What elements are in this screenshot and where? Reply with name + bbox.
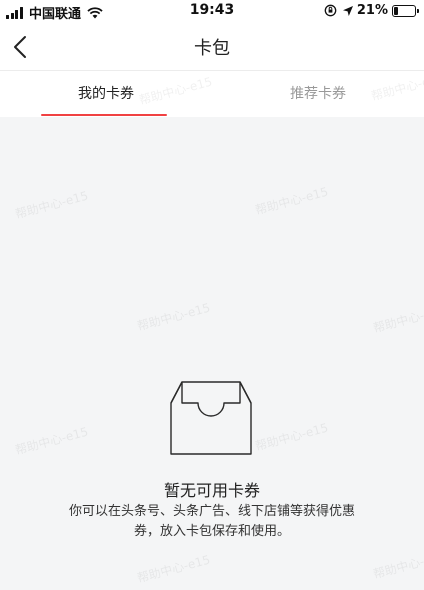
watermark: 帮助中心-e15: [371, 548, 424, 582]
orientation-lock-icon: [324, 4, 337, 17]
page-title: 卡包: [194, 38, 230, 59]
watermark: 帮助中心-e15: [253, 184, 330, 218]
watermark: 帮助中心-e15: [13, 424, 90, 458]
status-bar: 中国联通 19:43 21%: [0, 0, 424, 22]
watermark: 帮助中心-e15: [371, 302, 424, 336]
battery-percentage: 21%: [356, 3, 388, 18]
tab-recommended-coupons[interactable]: 推荐卡券: [212, 71, 424, 117]
battery-icon: [392, 4, 419, 17]
tab-my-coupons[interactable]: 我的卡券: [0, 71, 212, 117]
empty-state-title: 暂无可用卡券: [163, 481, 260, 500]
battery-level: [394, 6, 398, 15]
status-right: 21%: [324, 3, 419, 18]
watermark: 帮助中心-e15: [135, 300, 212, 334]
watermark: 帮助中心-e15: [135, 552, 212, 586]
active-tab-indicator: [41, 114, 167, 116]
watermark: 帮助中心-e15: [13, 188, 90, 222]
navigation-bar: 卡包: [0, 22, 424, 70]
tab-bar: 我的卡券 推荐卡券: [0, 71, 424, 117]
empty-state-description: 你可以在头条号、头条广告、线下店铺等获得优惠券，放入卡包保存和使用。: [68, 504, 355, 539]
location-arrow-icon: [342, 5, 353, 16]
empty-card-box-icon: [170, 381, 252, 455]
watermark: 帮助中心-e15: [253, 420, 330, 454]
